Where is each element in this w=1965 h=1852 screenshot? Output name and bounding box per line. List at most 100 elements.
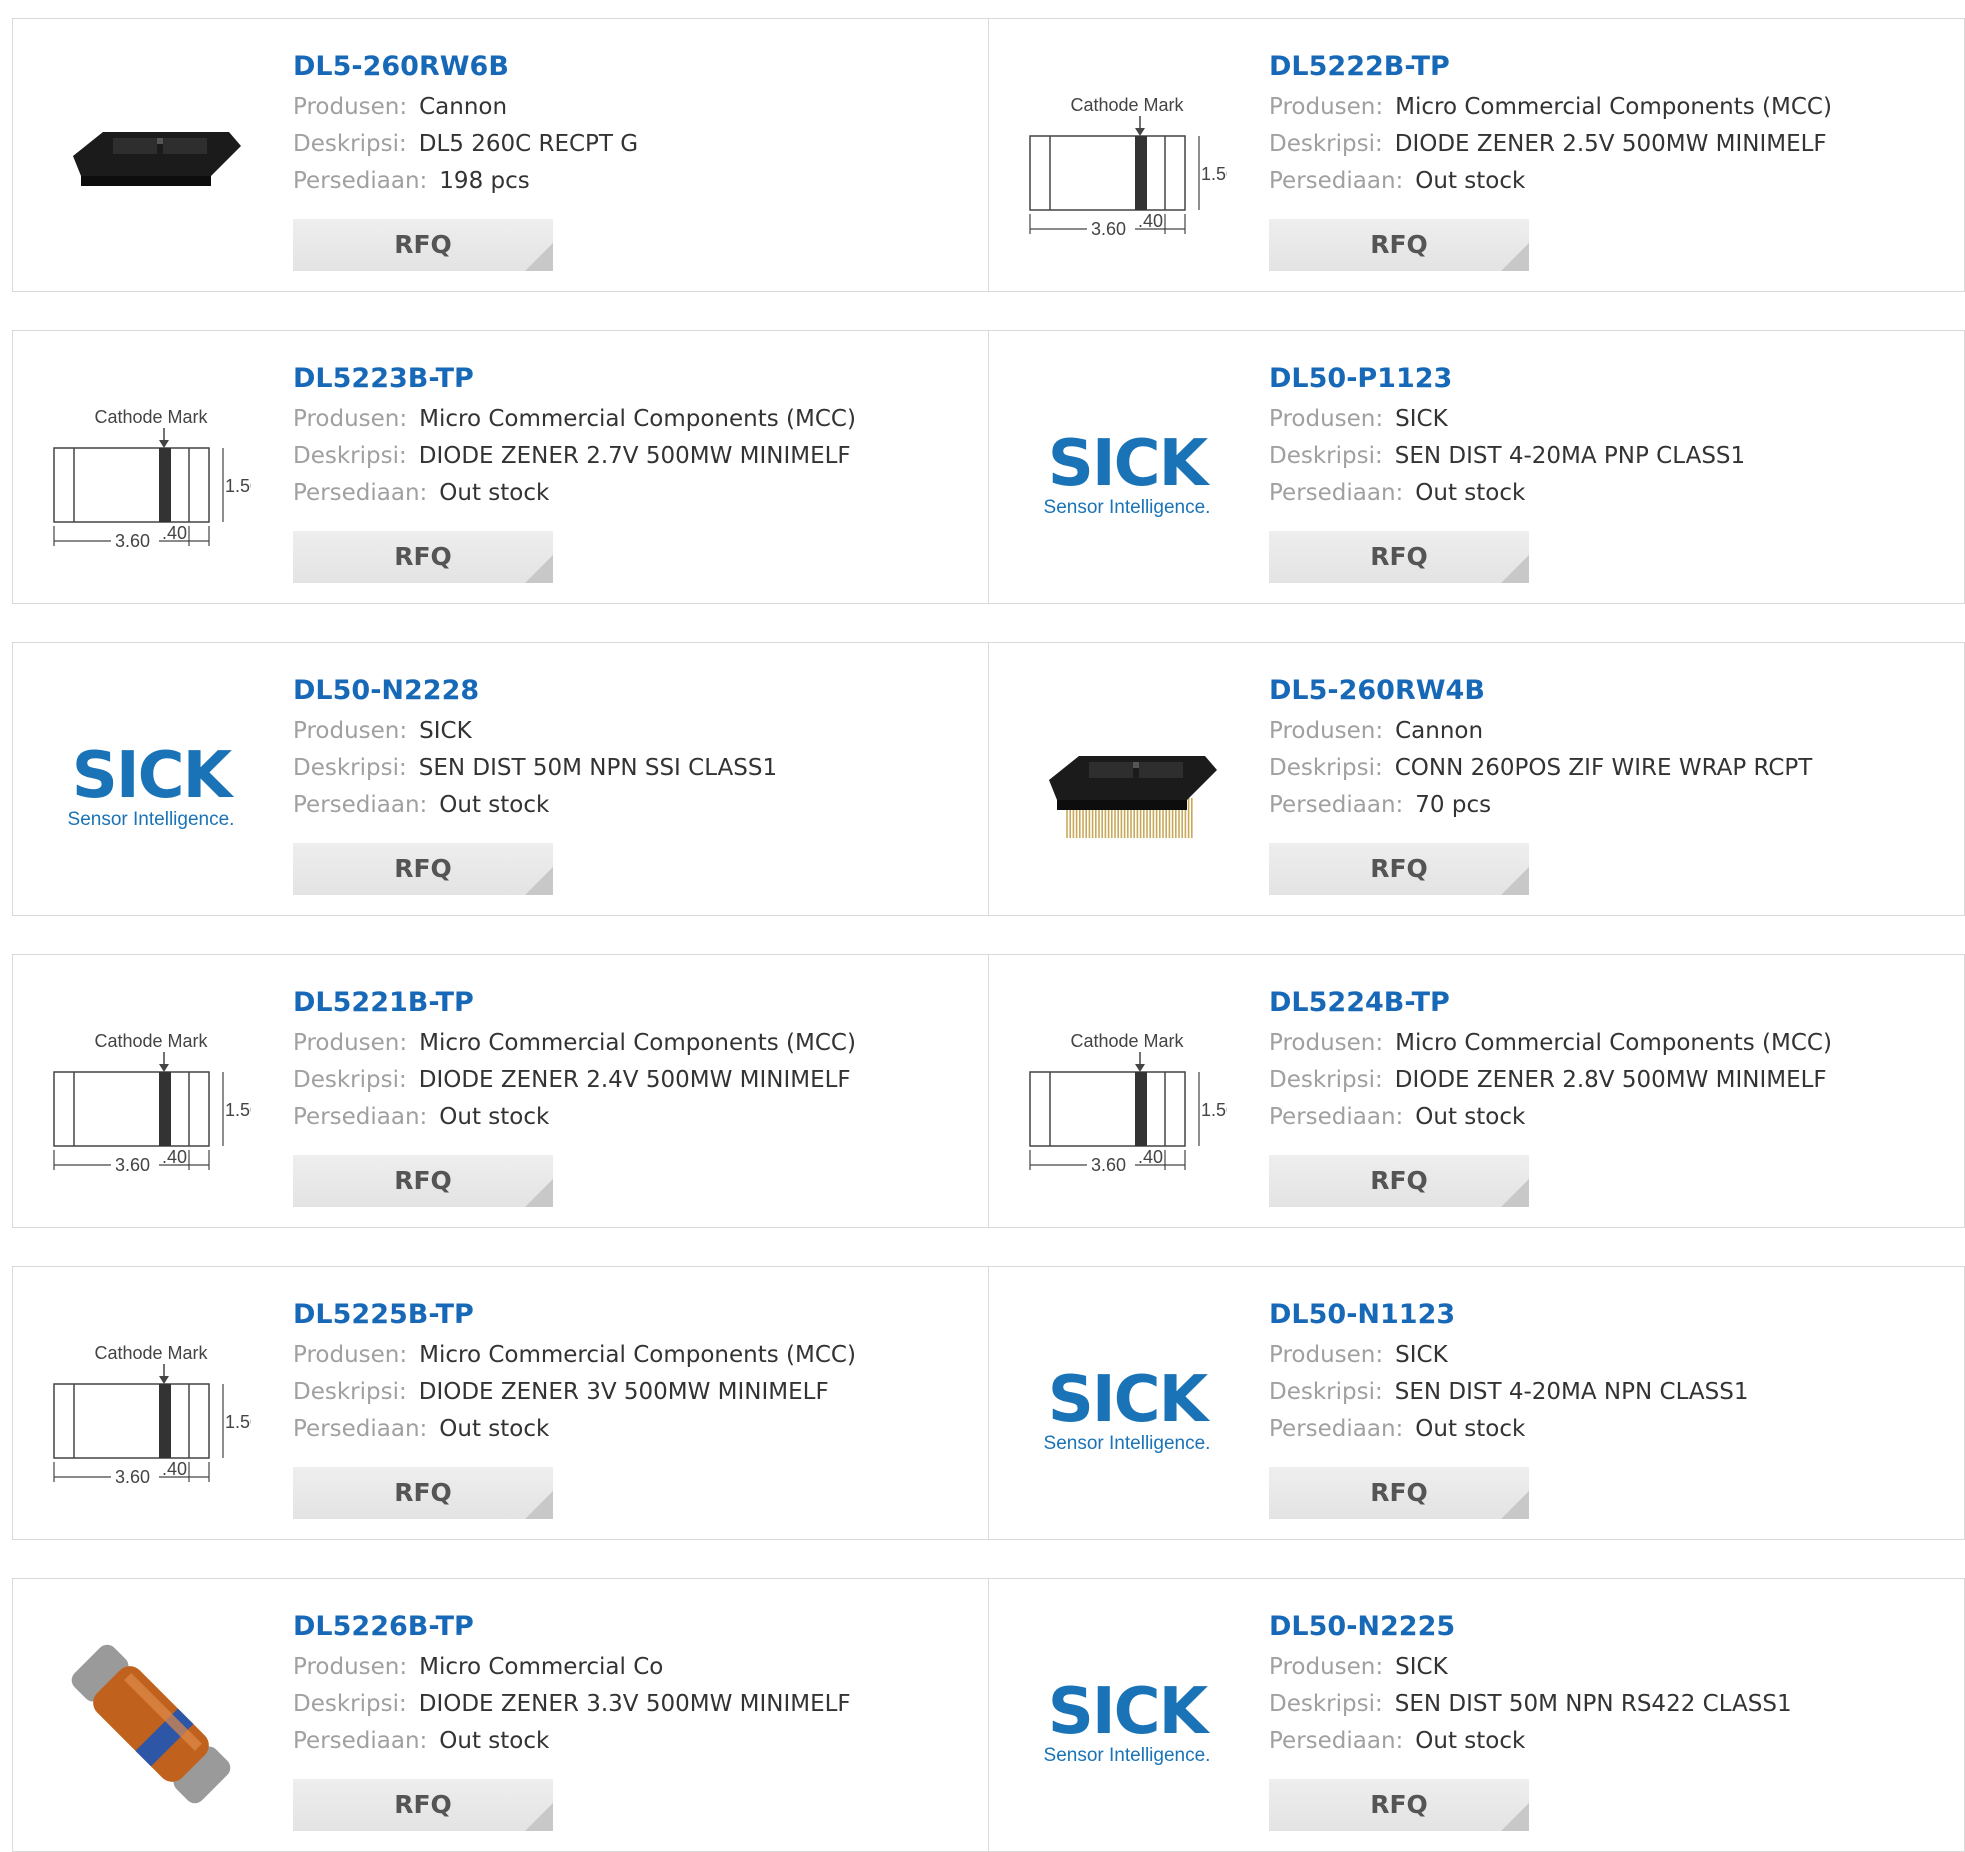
rfq-button[interactable]: RFQ [293, 1467, 553, 1519]
description-line: Deskripsi: SEN DIST 50M NPN RS422 CLASS1 [1269, 1686, 1949, 1723]
diagram-label-cathode: Cathode Mark [94, 407, 208, 427]
manufacturer-label: Produsen: [1269, 1654, 1384, 1680]
rfq-button[interactable]: RFQ [1269, 219, 1529, 271]
diagram-label-band: .40 [1138, 1147, 1163, 1167]
manufacturer-label: Produsen: [1269, 1030, 1384, 1056]
description-value: SEN DIST 50M NPN RS422 CLASS1 [1394, 1691, 1792, 1717]
manufacturer-line: Produsen: Micro Commercial Components (MC… [1269, 89, 1949, 126]
rfq-button[interactable]: RFQ [1269, 1779, 1529, 1831]
rfq-corner-decoration [525, 1491, 553, 1519]
product-card: Cathode Mark 1.50 3.60 .40 DL5221B-TP Produse… [13, 955, 989, 1227]
description-label: Deskripsi: [1269, 755, 1383, 781]
product-card: SICK Sensor Intelligence. DL50-N2228 Produs… [13, 643, 989, 915]
product-part-link[interactable]: DL50-N1123 [1269, 1297, 1949, 1333]
description-value: DIODE ZENER 3V 500MW MINIMELF [418, 1379, 829, 1405]
manufacturer-line: Produsen: Micro Commercial Co [293, 1649, 973, 1686]
product-part-link[interactable]: DL5224B-TP [1269, 985, 1949, 1021]
stock-value: Out stock [1415, 168, 1526, 194]
manufacturer-label: Produsen: [293, 1030, 408, 1056]
description-value: DIODE ZENER 3.3V 500MW MINIMELF [418, 1691, 851, 1717]
product-part-link[interactable]: DL5221B-TP [293, 985, 973, 1021]
product-part-link[interactable]: DL5-260RW4B [1269, 673, 1949, 709]
stock-value: Out stock [1415, 1416, 1526, 1442]
rfq-button-label: RFQ [394, 542, 452, 571]
rfq-button[interactable]: RFQ [1269, 1155, 1529, 1207]
product-thumbnail[interactable]: SICK Sensor Intelligence. [1027, 376, 1227, 576]
stock-label: Persediaan: [1269, 480, 1404, 506]
rfq-button[interactable]: RFQ [293, 843, 553, 895]
rfq-button-label: RFQ [394, 230, 452, 259]
rfq-button[interactable]: RFQ [1269, 531, 1529, 583]
description-value: CONN 260POS ZIF WIRE WRAP RCPT [1394, 755, 1813, 781]
product-part-link[interactable]: DL50-N2225 [1269, 1609, 1949, 1645]
stock-value: Out stock [439, 1728, 550, 1754]
product-card: Cathode Mark 1.50 3.60 .40 DL5222B-TP Produse… [989, 19, 1965, 291]
product-thumbnail[interactable]: Cathode Mark 1.50 3.60 .40 [1027, 1000, 1227, 1200]
product-row: SICK Sensor Intelligence. DL50-N2228 Produs… [12, 642, 1965, 916]
rfq-button[interactable]: RFQ [1269, 1467, 1529, 1519]
stock-value: Out stock [1415, 1104, 1526, 1130]
product-thumbnail[interactable]: Cathode Mark 1.50 3.60 .40 [1027, 64, 1227, 264]
product-info: DL50-N2228 Produsen: SICK Deskripsi: SEN DIS… [293, 673, 973, 824]
cathode-diagram-image: Cathode Mark 1.50 3.60 .40 [53, 407, 251, 551]
description-label: Deskripsi: [293, 131, 407, 157]
product-info: DL50-N2225 Produsen: SICK Deskripsi: SEN DIS… [1269, 1609, 1949, 1760]
diagram-label-length: 3.60 [115, 531, 150, 551]
product-card: DL5226B-TP Produsen: Micro Commercial Co De… [13, 1579, 989, 1851]
product-part-link[interactable]: DL5223B-TP [293, 361, 973, 397]
stock-label: Persediaan: [293, 1728, 428, 1754]
rfq-corner-decoration [1501, 1179, 1529, 1207]
product-part-link[interactable]: DL5222B-TP [1269, 49, 1949, 85]
rfq-button[interactable]: RFQ [293, 531, 553, 583]
stock-label: Persediaan: [293, 480, 428, 506]
description-label: Deskripsi: [293, 1067, 407, 1093]
product-thumbnail[interactable] [51, 64, 251, 264]
product-thumbnail[interactable] [1027, 688, 1227, 888]
description-line: Deskripsi: DIODE ZENER 3V 500MW MINIMELF [293, 1374, 973, 1411]
product-thumbnail[interactable]: Cathode Mark 1.50 3.60 .40 [51, 1312, 251, 1512]
rfq-corner-decoration [525, 867, 553, 895]
rfq-button[interactable]: RFQ [1269, 843, 1529, 895]
sick-logo-wordmark: SICK [1047, 1363, 1208, 1437]
product-thumbnail[interactable]: SICK Sensor Intelligence. [51, 688, 251, 888]
product-part-link[interactable]: DL5226B-TP [293, 1609, 973, 1645]
manufacturer-value: Cannon [419, 94, 508, 120]
product-row: Cathode Mark 1.50 3.60 .40 DL5223B-TP Produse… [12, 330, 1965, 604]
product-part-link[interactable]: DL5225B-TP [293, 1297, 973, 1333]
stock-label: Persediaan: [1269, 1728, 1404, 1754]
manufacturer-value: SICK [1395, 406, 1448, 432]
product-thumbnail[interactable]: Cathode Mark 1.50 3.60 .40 [51, 1000, 251, 1200]
product-thumbnail[interactable]: Cathode Mark 1.50 3.60 .40 [51, 376, 251, 576]
manufacturer-label: Produsen: [1269, 406, 1384, 432]
rfq-corner-decoration [525, 555, 553, 583]
product-thumbnail[interactable] [51, 1624, 251, 1824]
product-thumbnail[interactable]: SICK Sensor Intelligence. [1027, 1312, 1227, 1512]
stock-line: Persediaan: 70 pcs [1269, 787, 1949, 824]
rfq-button[interactable]: RFQ [293, 1779, 553, 1831]
manufacturer-label: Produsen: [293, 94, 408, 120]
rfq-button[interactable]: RFQ [293, 1155, 553, 1207]
description-line: Deskripsi: DIODE ZENER 2.7V 500MW MINIMEL… [293, 438, 973, 475]
rfq-button[interactable]: RFQ [293, 219, 553, 271]
stock-line: Persediaan: Out stock [293, 1099, 973, 1136]
product-thumbnail[interactable]: SICK Sensor Intelligence. [1027, 1624, 1227, 1824]
rfq-corner-decoration [1501, 1491, 1529, 1519]
stock-line: Persediaan: Out stock [1269, 475, 1949, 512]
description-line: Deskripsi: DIODE ZENER 3.3V 500MW MINIMEL… [293, 1686, 973, 1723]
manufacturer-line: Produsen: Micro Commercial Components (MC… [293, 1337, 973, 1374]
description-label: Deskripsi: [1269, 131, 1383, 157]
diagram-label-height: 1.50 [1201, 164, 1227, 184]
manufacturer-line: Produsen: Micro Commercial Components (MC… [1269, 1025, 1949, 1062]
manufacturer-label: Produsen: [293, 718, 408, 744]
diagram-label-band: .40 [162, 523, 187, 543]
stock-value: 70 pcs [1415, 792, 1492, 818]
manufacturer-label: Produsen: [293, 1342, 408, 1368]
product-part-link[interactable]: DL50-P1123 [1269, 361, 1949, 397]
rfq-corner-decoration [1501, 867, 1529, 895]
product-part-link[interactable]: DL5-260RW6B [293, 49, 973, 85]
stock-label: Persediaan: [1269, 1104, 1404, 1130]
sick-logo-wordmark: SICK [71, 739, 232, 813]
product-info: DL5223B-TP Produsen: Micro Commercial Comp… [293, 361, 973, 512]
stock-line: Persediaan: Out stock [1269, 1099, 1949, 1136]
product-part-link[interactable]: DL50-N2228 [293, 673, 973, 709]
